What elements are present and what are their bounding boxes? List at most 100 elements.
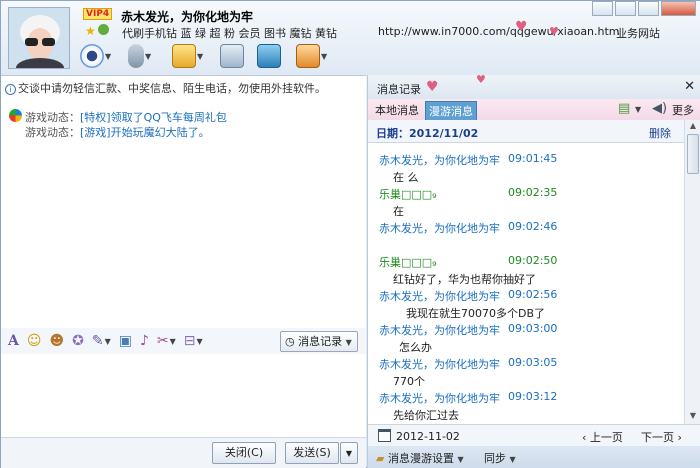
maximize-button[interactable] — [615, 1, 636, 16]
heart-decoration-icon: ♥ — [549, 25, 559, 38]
game-icon — [9, 109, 22, 122]
message-sender: 赤木发光，为你化地为牢 — [379, 154, 500, 167]
message-time: 09:02:35 — [508, 186, 558, 199]
message-sender: 乐巢□□□₉ — [379, 188, 437, 201]
chevron-down-icon: ▼ — [197, 51, 204, 61]
folder-icon: ▰ — [376, 452, 388, 465]
heart-decoration-icon: ♥ — [426, 79, 439, 95]
handwriting-icon[interactable]: ✎ ▼ — [92, 332, 111, 350]
emoji-icon[interactable]: ☺ — [27, 332, 42, 350]
game-activity-label: 游戏动态： — [25, 126, 80, 139]
voice-call-button[interactable]: ▼ — [128, 43, 151, 69]
message-text: 770个 — [393, 375, 425, 388]
more-link[interactable]: 更多 — [672, 102, 694, 118]
message-history-panel: 消息记录 ♥ ♥ ✕ 本地消息 漫游消息 ▤ ▼ ◀) 更多 日期：2012/11… — [367, 73, 700, 468]
chat-header: VIP4 赤木发光，为你化地为牢 ★ 代刷手机钻 蓝 绿 超 粉 会员 图书 魔… — [1, 1, 700, 75]
heart-decoration-icon: ♥ — [476, 73, 486, 86]
message-sender: 赤木发光，为你化地为牢 — [379, 222, 500, 235]
avatar-image — [9, 8, 69, 68]
message-time: 09:01:45 — [508, 152, 558, 165]
restore-button[interactable] — [638, 1, 659, 16]
message-text: 我现在就生70070多个DB了 — [406, 307, 546, 320]
message-text: 在 么 — [393, 171, 419, 184]
game-activity-row: 游戏动态：[游戏]开始玩魔幻大陆了。 — [25, 124, 210, 140]
magic-emoji-icon[interactable]: ☻ — [49, 332, 64, 350]
chevron-down-icon: ▼ — [345, 449, 353, 458]
message-text: 红钻好了，华为也帮你抽好了 — [393, 273, 536, 286]
selected-date[interactable]: 2012-11-02 — [396, 430, 460, 443]
delete-link[interactable]: 删除 — [649, 125, 671, 141]
next-page-link[interactable]: 下一页 › — [641, 429, 682, 445]
message-time: 09:02:46 — [508, 220, 558, 233]
history-tabs: 本地消息 漫游消息 ▤ ▼ ◀) 更多 — [368, 99, 700, 121]
message-text: 在 — [393, 205, 404, 218]
chevron-down-icon[interactable]: ▼ — [635, 105, 641, 114]
minimize-button[interactable] — [592, 1, 613, 16]
vip-badge: VIP4 — [83, 8, 113, 20]
roaming-bar: ▰ 消息漫游设置 ▼ 同步 ▼ — [368, 446, 700, 468]
history-title: 消息记录 — [377, 83, 421, 96]
chat-window: VIP4 赤木发光，为你化地为牢 ★ 代刷手机钻 蓝 绿 超 粉 会员 图书 魔… — [0, 0, 700, 468]
message-time: 09:03:05 — [508, 356, 558, 369]
sync-button[interactable]: 同步 ▼ — [484, 450, 516, 466]
roaming-settings-label: 消息漫游设置 — [387, 452, 454, 465]
game-activity-link[interactable]: [特权]领取了QQ飞车每周礼包 — [80, 111, 227, 124]
message-sender: 赤木发光，为你化地为牢 — [379, 324, 500, 337]
image-icon[interactable]: ▣ — [119, 332, 132, 350]
message-input[interactable] — [1, 354, 366, 438]
prev-page-link[interactable]: ‹ 上一页 — [582, 429, 623, 445]
clock-icon: ◷ — [285, 335, 299, 348]
music-icon[interactable]: ♪ — [140, 332, 149, 350]
heart-decoration-icon: ♥ — [515, 19, 528, 35]
tab-local-messages[interactable]: 本地消息 — [375, 102, 419, 118]
history-navigation: 2012-11-02 ‹ 上一页 下一页 › — [368, 424, 700, 446]
info-icon: i — [5, 84, 16, 95]
screenshot-icon[interactable]: ✂ ▼ — [157, 332, 176, 350]
qzone-icon[interactable] — [98, 24, 109, 35]
chevron-down-icon: ▼ — [105, 51, 112, 61]
history-title-bar: 消息记录 ♥ ♥ ✕ — [368, 73, 700, 99]
game-activity-link[interactable]: [游戏]开始玩魔幻大陆了。 — [80, 126, 210, 139]
send-button[interactable]: 发送(S) — [285, 442, 339, 464]
sync-label: 同步 — [484, 452, 506, 465]
scroll-down-icon[interactable]: ▼ — [687, 411, 699, 423]
chevron-down-icon: ▼ — [343, 338, 352, 347]
scroll-thumb[interactable] — [687, 134, 699, 174]
message-time: 09:02:56 — [508, 288, 558, 301]
send-file-button[interactable]: ▼ — [172, 43, 203, 69]
microphone-icon — [128, 44, 144, 68]
toolbox-icon[interactable]: ⊟ ▼ — [184, 332, 203, 350]
transfer-file-icon — [172, 44, 196, 68]
signature-url: http://www.in7000.com/qqgewu/xiaoan.htm — [378, 25, 620, 38]
video-call-button[interactable]: ▼ — [80, 43, 111, 69]
contact-nickname: 赤木发光，为你化地为牢 — [121, 10, 254, 24]
message-history-button[interactable]: ◷ 消息记录 ▼ — [280, 331, 358, 352]
camera-icon — [80, 44, 104, 68]
message-list-icon — [220, 44, 244, 68]
close-icon[interactable]: ✕ — [684, 79, 695, 94]
shake-icon[interactable]: ✪ — [72, 332, 84, 350]
remote-assist-button[interactable] — [257, 43, 281, 69]
export-icon[interactable]: ▤ — [618, 101, 630, 116]
warning-text: 交谈中请勿轻信汇款、中奖信息、陌生电话，勿使用外挂软件。 — [18, 82, 326, 95]
prev-page-label: 上一页 — [589, 431, 623, 444]
speaker-icon[interactable]: ◀) — [652, 101, 667, 116]
next-page-label: 下一页 — [641, 431, 674, 444]
message-time: 09:03:12 — [508, 390, 558, 403]
scroll-up-icon[interactable]: ▲ — [687, 121, 699, 133]
signature-business: 业务网站 — [616, 27, 660, 40]
avatar[interactable] — [8, 7, 70, 69]
close-button[interactable]: 关闭(C) — [212, 442, 276, 464]
roaming-settings-button[interactable]: ▰ 消息漫游设置 ▼ — [376, 450, 464, 466]
font-icon[interactable]: A — [8, 332, 19, 350]
message-time: 09:03:00 — [508, 322, 558, 335]
history-scrollbar[interactable]: ▲ ▼ — [684, 120, 700, 424]
tab-roaming-messages[interactable]: 漫游消息 — [425, 101, 477, 121]
close-window-button[interactable] — [661, 1, 696, 16]
multi-chat-button[interactable] — [220, 43, 244, 69]
star-icon: ★ — [85, 24, 96, 38]
date-label: 日期：2012/11/02 — [376, 127, 479, 140]
calendar-icon[interactable] — [378, 429, 391, 442]
send-options-button[interactable]: ▼ — [340, 442, 358, 464]
apps-button[interactable]: ▼ — [296, 43, 327, 69]
